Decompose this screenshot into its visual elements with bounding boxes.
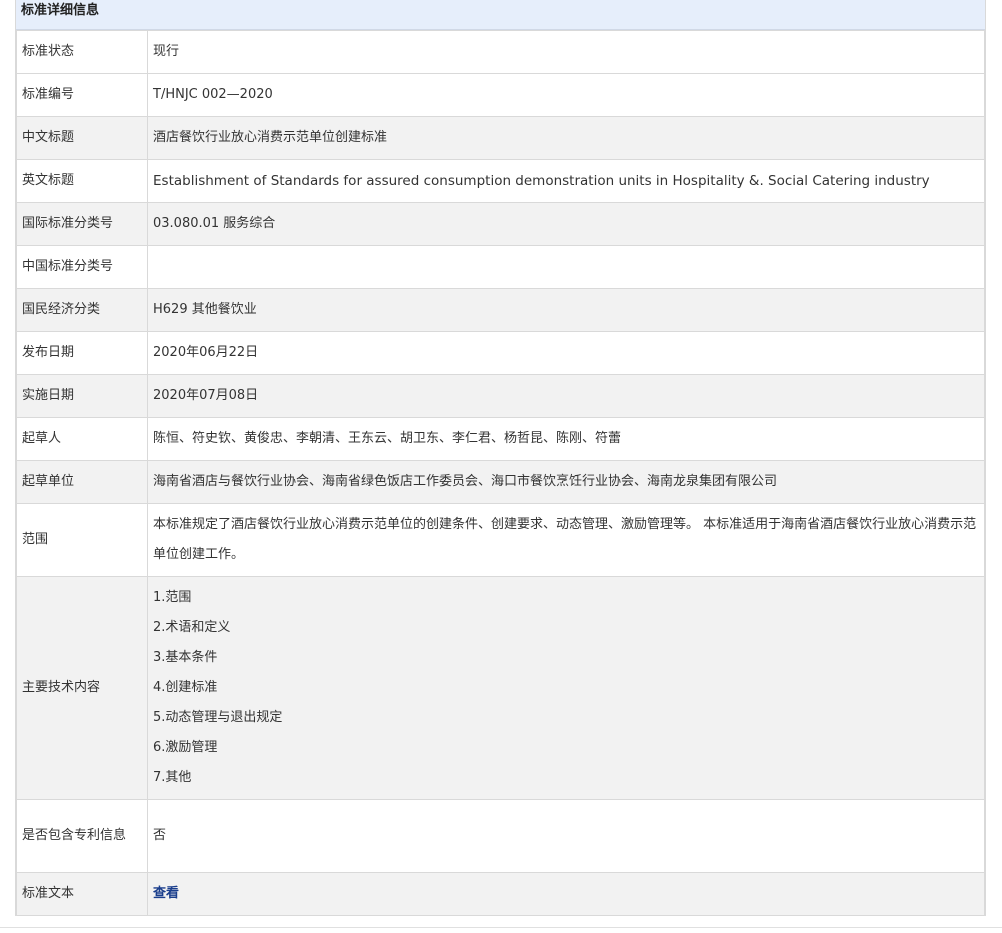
panel-title: 标准详细信息 (16, 0, 985, 30)
content-item: 7.其他 (153, 770, 192, 785)
content-item: 3.基本条件 (153, 650, 218, 665)
row-label-drafters: 起草人 (16, 417, 148, 461)
row-label-scope: 范围 (16, 503, 148, 577)
content-item: 5.动态管理与退出规定 (153, 710, 283, 725)
row-value-en-title: Establishment of Standards for assured c… (147, 159, 985, 203)
table-row: 标准状态 现行 (16, 30, 985, 74)
row-value-text: 查看 (147, 872, 985, 916)
row-value-effective-date: 2020年07月08日 (147, 374, 985, 418)
row-value-ccs (147, 245, 985, 289)
row-value-ics: 03.080.01 服务综合 (147, 202, 985, 246)
row-label-number: 标准编号 (16, 73, 148, 117)
standard-detail-panel: 标准详细信息 标准状态 现行 标准编号 T/HNJC 002—2020 中文标题… (15, 0, 986, 916)
row-label-status: 标准状态 (16, 30, 148, 74)
table-row: 范围 本标准规定了酒店餐饮行业放心消费示范单位的创建条件、创建要求、动态管理、激… (16, 503, 985, 577)
table-row: 发布日期 2020年06月22日 (16, 331, 985, 375)
content-item: 1.范围 (153, 590, 192, 605)
table-row: 起草单位 海南省酒店与餐饮行业协会、海南省绿色饭店工作委员会、海口市餐饮烹饪行业… (16, 460, 985, 504)
view-standard-link[interactable]: 查看 (153, 886, 179, 901)
table-row: 起草人 陈恒、符史钦、黄俊忠、李朝清、王东云、胡卫东、李仁君、杨哲昆、陈刚、符蕾 (16, 417, 985, 461)
row-label-text: 标准文本 (16, 872, 148, 916)
content-item: 4.创建标准 (153, 680, 218, 695)
row-value-cn-title: 酒店餐饮行业放心消费示范单位创建标准 (147, 116, 985, 160)
row-label-cn-title: 中文标题 (16, 116, 148, 160)
table-row: 标准编号 T/HNJC 002—2020 (16, 73, 985, 117)
row-label-ics: 国际标准分类号 (16, 202, 148, 246)
table-row: 中文标题 酒店餐饮行业放心消费示范单位创建标准 (16, 116, 985, 160)
row-label-economy: 国民经济分类 (16, 288, 148, 332)
table-row: 实施日期 2020年07月08日 (16, 374, 985, 418)
row-label-patent: 是否包含专利信息 (16, 799, 148, 873)
row-value-drafters: 陈恒、符史钦、黄俊忠、李朝清、王东云、胡卫东、李仁君、杨哲昆、陈刚、符蕾 (147, 417, 985, 461)
content-item: 2.术语和定义 (153, 620, 231, 635)
table-row: 标准文本 查看 (16, 872, 985, 916)
bottom-divider (0, 927, 1002, 928)
row-value-patent: 否 (147, 799, 985, 873)
row-value-drafting-units: 海南省酒店与餐饮行业协会、海南省绿色饭店工作委员会、海口市餐饮烹饪行业协会、海南… (147, 460, 985, 504)
table-row: 是否包含专利信息 否 (16, 799, 985, 873)
row-label-effective-date: 实施日期 (16, 374, 148, 418)
row-value-economy: H629 其他餐饮业 (147, 288, 985, 332)
row-label-en-title: 英文标题 (16, 159, 148, 203)
table-row: 国民经济分类 H629 其他餐饮业 (16, 288, 985, 332)
row-label-content: 主要技术内容 (16, 576, 148, 800)
detail-table: 标准状态 现行 标准编号 T/HNJC 002—2020 中文标题 酒店餐饮行业… (16, 30, 985, 916)
row-label-drafting-units: 起草单位 (16, 460, 148, 504)
table-row: 国际标准分类号 03.080.01 服务综合 (16, 202, 985, 246)
row-label-publish-date: 发布日期 (16, 331, 148, 375)
table-row: 英文标题 Establishment of Standards for assu… (16, 159, 985, 203)
row-value-content: 1.范围 2.术语和定义 3.基本条件 4.创建标准 5.动态管理与退出规定 6… (147, 576, 985, 800)
table-row: 中国标准分类号 (16, 245, 985, 289)
row-value-publish-date: 2020年06月22日 (147, 331, 985, 375)
row-label-ccs: 中国标准分类号 (16, 245, 148, 289)
content-item: 6.激励管理 (153, 740, 218, 755)
table-row: 主要技术内容 1.范围 2.术语和定义 3.基本条件 4.创建标准 5.动态管理… (16, 576, 985, 800)
row-value-number: T/HNJC 002—2020 (147, 73, 985, 117)
row-value-status: 现行 (147, 30, 985, 74)
row-value-scope: 本标准规定了酒店餐饮行业放心消费示范单位的创建条件、创建要求、动态管理、激励管理… (147, 503, 985, 577)
